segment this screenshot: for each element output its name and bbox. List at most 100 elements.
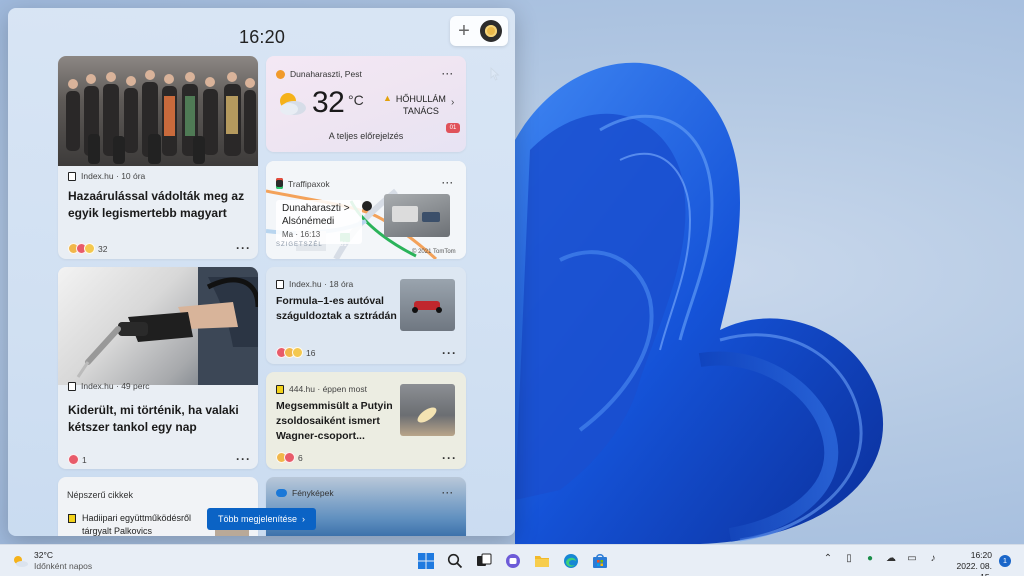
- source-age: 10 óra: [121, 171, 146, 181]
- source-age: 18 óra: [329, 279, 354, 289]
- reactions[interactable]: 16: [276, 347, 315, 358]
- more-options-icon[interactable]: ···: [236, 453, 251, 465]
- taskbar: 32°C Időnként napos ⌃ ▯ ● ☁ ▭ ♪ 16:20 20…: [0, 544, 1024, 576]
- chevron-right-icon: ›: [450, 97, 455, 108]
- news-photo-crowd: [58, 56, 258, 166]
- more-options-icon[interactable]: ···: [442, 179, 454, 188]
- avatar-icon: [485, 25, 497, 37]
- news-card-3[interactable]: Index.hu · 18 óra Formula–1-es autóval s…: [266, 267, 466, 364]
- news-headline[interactable]: Formula–1-es autóval száguldoztak a sztr…: [276, 294, 404, 324]
- source-age: 49 perc: [121, 381, 150, 391]
- security-shield-icon[interactable]: ●: [864, 553, 876, 565]
- more-options-icon[interactable]: ···: [442, 347, 457, 359]
- show-more-button[interactable]: Több megjelenítése ›: [207, 508, 316, 530]
- system-tray: ⌃ ▯ ● ☁ ▭ ♪: [822, 553, 948, 565]
- heart-reaction-icon: [68, 454, 79, 465]
- file-explorer-button[interactable]: [530, 549, 554, 573]
- more-options-icon[interactable]: ···: [236, 242, 251, 254]
- more-options-icon[interactable]: ···: [442, 452, 457, 464]
- traffic-route[interactable]: Dunaharaszti > Alsónémedi Ma · 16:13: [276, 200, 362, 244]
- reaction-count: 1: [82, 454, 87, 465]
- source-age: éppen most: [322, 384, 367, 394]
- alert-line-1: HŐHULLÁM: [395, 94, 446, 104]
- popular-title: Népszerű cikkek: [67, 490, 134, 500]
- news-source: Index.hu · 10 óra: [68, 171, 145, 181]
- notification-badge[interactable]: 1: [999, 555, 1011, 567]
- reaction-count: 16: [306, 347, 316, 358]
- store-icon: [593, 554, 607, 568]
- network-icon[interactable]: ▭: [906, 553, 918, 565]
- edge-button[interactable]: [559, 549, 583, 573]
- volume-icon[interactable]: ♪: [927, 553, 939, 565]
- taskbar-clock[interactable]: 16:20 2022. 08. 15.: [946, 550, 992, 576]
- news-card-4[interactable]: 444.hu · éppen most Megsemmisült a Putyi…: [266, 372, 466, 469]
- panel-top-buttons: +: [450, 16, 508, 46]
- full-forecast-link[interactable]: A teljes előrejelzés: [266, 131, 466, 141]
- photos-title: Fényképek: [292, 488, 334, 498]
- news-headline[interactable]: Kiderült, mi történik, ha valaki kétszer…: [68, 402, 248, 437]
- show-hidden-icons-chevron-up-icon[interactable]: ⌃: [822, 553, 834, 565]
- more-options-icon[interactable]: ···: [442, 489, 454, 498]
- news-card-1[interactable]: Index.hu · 10 óra Hazaárulással vádolták…: [58, 56, 258, 259]
- popular-item[interactable]: Hadiipari együttműködésről tárgyalt Palk…: [82, 512, 212, 536]
- traffic-camera-thumbnail: [384, 194, 450, 237]
- 444-logo-icon: [276, 384, 284, 394]
- reactions[interactable]: 6: [276, 452, 303, 463]
- traffic-header: Traffipaxok: [276, 178, 330, 189]
- task-view-button[interactable]: [472, 549, 496, 573]
- start-button[interactable]: [414, 549, 438, 573]
- folder-icon: [535, 556, 549, 567]
- taskbar-weather-desc: Időnként napos: [34, 560, 93, 571]
- teams-chat-icon: [506, 554, 520, 568]
- source-name: Index.hu: [81, 171, 114, 181]
- taskbar-pinned-apps: [414, 549, 617, 573]
- news-photo-fuel: [58, 267, 258, 385]
- onedrive-cloud-icon[interactable]: ☁: [885, 553, 897, 565]
- taskbar-weather[interactable]: 32°C Időnként napos: [12, 550, 92, 571]
- weather-location: Dunaharaszti, Pest: [290, 69, 362, 79]
- route-line-2: Alsónémedi: [282, 216, 335, 227]
- more-options-icon[interactable]: ···: [442, 70, 454, 79]
- news-thumbnail-rocket: [400, 384, 455, 436]
- warning-icon: ▲: [383, 93, 392, 103]
- news-headline[interactable]: Megsemmisült a Putyin zsoldosaiként isme…: [276, 399, 402, 445]
- usb-device-icon[interactable]: ▯: [843, 553, 855, 565]
- weather-unit[interactable]: °C: [348, 92, 364, 108]
- news-source: Index.hu · 49 perc: [68, 381, 150, 391]
- map-pin-icon: [362, 201, 372, 211]
- index-logo-icon: [276, 279, 284, 289]
- map-area-label: SZIGETSZÉL: [276, 242, 323, 248]
- weather-card[interactable]: Dunaharaszti, Pest ··· 32 °C ▲ HŐHULLÁM …: [266, 56, 466, 152]
- road-number: 51: [340, 242, 347, 248]
- chevron-right-icon: ›: [302, 514, 306, 524]
- store-button[interactable]: [588, 549, 612, 573]
- laugh-reaction-icon: [84, 243, 95, 254]
- widgets-panel: 16:20 + Index.hu · 10 óra Hazaárulással …: [8, 8, 515, 536]
- heat-wave-alert[interactable]: ▲ HŐHULLÁM TANÁCS ›: [383, 93, 454, 117]
- alert-line-2: TANÁCS: [403, 106, 439, 117]
- traffic-card[interactable]: Traffipaxok ··· Dunaharaszti > Alsónémed…: [266, 161, 466, 259]
- news-card-2[interactable]: Index.hu · 49 perc Kiderült, mi történik…: [58, 267, 258, 469]
- reactions[interactable]: 32: [68, 243, 107, 254]
- weather-small-sun-icon: [276, 69, 285, 79]
- laugh-reaction-icon: [292, 347, 303, 358]
- traffic-light-icon: [276, 178, 283, 189]
- partly-sunny-icon: [14, 555, 28, 567]
- source-name: Index.hu: [81, 381, 114, 391]
- 444-logo-icon: [68, 514, 76, 523]
- show-more-label: Több megjelenítése: [217, 514, 298, 524]
- search-button[interactable]: [443, 549, 467, 573]
- source-name: 444.hu: [289, 384, 315, 394]
- news-headline[interactable]: Hazaárulással vádolták meg az egyik legi…: [68, 188, 248, 223]
- map-copyright: © 2021 TomTom: [412, 249, 456, 255]
- partly-sunny-icon: [280, 93, 306, 115]
- cloud-photos-icon: [276, 489, 287, 497]
- route-line-1: Dunaharaszti >: [282, 203, 350, 214]
- reactions[interactable]: 1: [68, 454, 87, 465]
- traffic-time: Ma · 16:13: [282, 230, 321, 239]
- taskbar-date: 2022. 08. 15.: [956, 561, 992, 576]
- chat-button[interactable]: [501, 549, 525, 573]
- news-source: 444.hu · éppen most: [276, 384, 367, 394]
- add-widget-button[interactable]: +: [450, 17, 478, 45]
- profile-avatar[interactable]: [480, 20, 502, 42]
